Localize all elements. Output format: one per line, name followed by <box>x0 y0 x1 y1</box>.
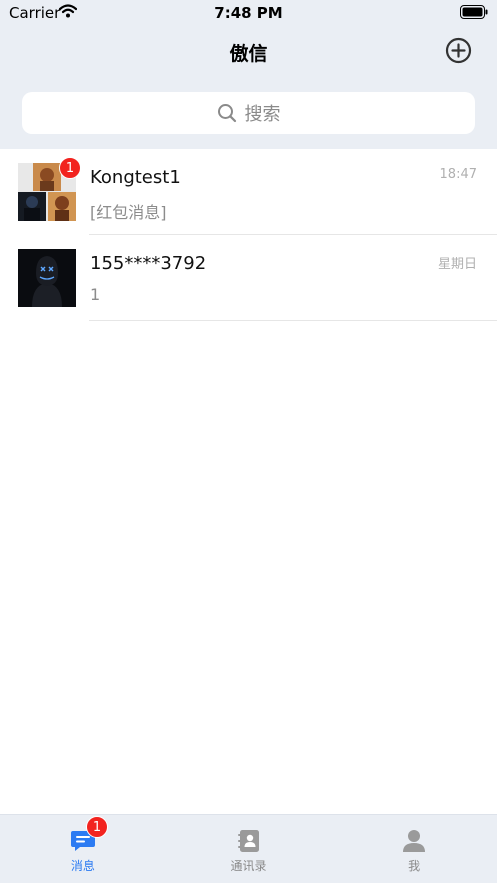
conversation-time: 星期日 <box>437 257 477 272</box>
conversation-preview: 1 <box>90 285 101 304</box>
tab-label: 消息 <box>70 859 95 873</box>
search-placeholder: 搜索 <box>244 104 281 125</box>
tab-label: 通讯录 <box>230 859 267 873</box>
conversation-name: 155****3792 <box>90 253 207 274</box>
tab-label: 我 <box>408 859 421 873</box>
conversation-row[interactable]: 155****3792 1 星期日 <box>0 235 497 321</box>
tab-bar: 消息 1 通讯录 我 <box>0 814 497 883</box>
tab-me[interactable]: 我 <box>331 815 497 883</box>
plus-circle-icon <box>445 37 472 64</box>
add-button[interactable] <box>445 37 472 64</box>
user-avatar <box>18 249 76 307</box>
conversation-time: 18:47 <box>439 167 477 182</box>
person-icon <box>403 830 426 852</box>
conversation-row[interactable]: 1 Kongtest1 [红包消息] 18:47 <box>0 149 497 235</box>
status-time: 7:48 PM <box>214 4 283 22</box>
conversation-preview: [红包消息] <box>90 203 167 222</box>
contacts-icon <box>237 830 259 852</box>
status-bar: Carrier 7:48 PM <box>0 0 497 26</box>
search-icon <box>217 104 236 123</box>
conversation-name: Kongtest1 <box>90 167 181 188</box>
tab-contacts[interactable]: 通讯录 <box>166 815 332 883</box>
search-input[interactable]: 搜索 <box>22 92 475 134</box>
row-divider <box>89 320 497 321</box>
conversation-list: 1 Kongtest1 [红包消息] 18:47 155****3792 1 星… <box>0 149 497 321</box>
tab-messages[interactable]: 消息 1 <box>0 815 166 883</box>
unread-badge: 1 <box>59 157 81 179</box>
battery-icon <box>460 5 488 19</box>
page-title: 傲信 <box>229 43 268 65</box>
tab-unread-badge: 1 <box>86 816 108 838</box>
